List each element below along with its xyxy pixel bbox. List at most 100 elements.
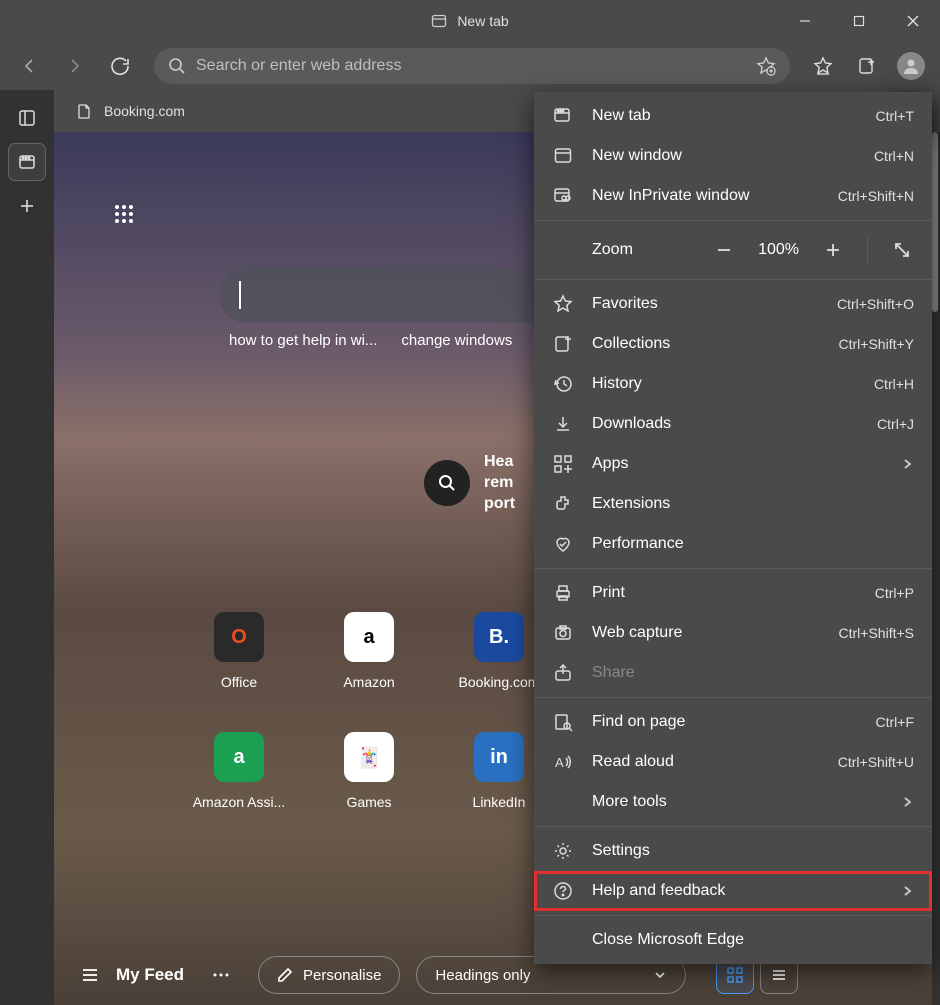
hamburger-icon[interactable] — [80, 965, 100, 985]
menu-separator — [534, 279, 932, 280]
shortcut-label: Ctrl+F — [876, 714, 915, 730]
svg-text:A: A — [555, 755, 564, 770]
download-icon — [552, 414, 574, 434]
tile-icon: a — [344, 612, 394, 662]
news-headline[interactable]: Hea rem port — [424, 452, 515, 514]
suggestion-item[interactable]: how to get help in wi... — [229, 332, 377, 349]
apps-icon — [552, 454, 574, 474]
find-icon — [552, 712, 574, 732]
tile-label: Amazon Assi... — [193, 794, 286, 810]
tab-actions-button[interactable] — [9, 144, 45, 180]
tab-label[interactable]: Booking.com — [104, 103, 185, 119]
quick-link-tile[interactable]: aAmazon — [304, 612, 434, 732]
menu-separator — [534, 220, 932, 221]
quick-link-tile[interactable]: a Amazon Assi... — [174, 732, 304, 852]
news-line: Hea — [484, 452, 515, 473]
capture-icon — [552, 623, 574, 643]
tile-label: Games — [346, 794, 391, 810]
app-launcher-button[interactable] — [102, 192, 146, 236]
feed-label[interactable]: My Feed — [116, 965, 184, 985]
zoom-in-button[interactable] — [821, 241, 845, 259]
refresh-button[interactable] — [100, 45, 142, 87]
feed-more-icon[interactable] — [212, 966, 230, 984]
menu-item-print[interactable]: Print Ctrl+P — [534, 573, 932, 613]
tile-icon: in — [474, 732, 524, 782]
shortcut-label: Ctrl+Shift+U — [838, 754, 914, 770]
star-icon — [552, 294, 574, 314]
shortcut-label: Ctrl+Shift+S — [839, 625, 914, 641]
menu-separator — [534, 826, 932, 827]
news-search-icon[interactable] — [424, 460, 470, 506]
menu-item-more-tools[interactable]: More tools — [534, 782, 932, 822]
search-icon — [168, 57, 186, 75]
tile-icon: a — [214, 732, 264, 782]
shortcut-label: Ctrl+N — [874, 148, 914, 164]
menu-item-share: Share — [534, 653, 932, 693]
shortcut-label: Ctrl+H — [874, 376, 914, 392]
menu-item-extensions[interactable]: Extensions — [534, 484, 932, 524]
window-title: New tab — [457, 13, 508, 29]
menu-item-new-tab[interactable]: New tab Ctrl+T — [534, 96, 932, 136]
menu-item-downloads[interactable]: Downloads Ctrl+J — [534, 404, 932, 444]
news-line: port — [484, 494, 515, 515]
zoom-out-button[interactable] — [712, 241, 736, 259]
menu-item-help-and-feedback[interactable]: Help and feedback — [534, 871, 932, 911]
zoom-value: 100% — [758, 241, 799, 259]
toolbar — [0, 42, 940, 90]
app-menu: New tab Ctrl+T New window Ctrl+N New InP… — [534, 92, 932, 964]
tile-icon: 🃏 — [344, 732, 394, 782]
vertical-tabs-button[interactable] — [9, 100, 45, 136]
avatar-icon — [897, 52, 925, 80]
performance-icon — [552, 534, 574, 554]
menu-item-web-capture[interactable]: Web capture Ctrl+Shift+S — [534, 613, 932, 653]
menu-item-favorites[interactable]: Favorites Ctrl+Shift+O — [534, 284, 932, 324]
profile-button[interactable] — [890, 45, 932, 87]
read-aloud-icon: A — [552, 752, 574, 772]
new-tab-button[interactable] — [9, 188, 45, 224]
menu-item-collections[interactable]: Collections Ctrl+Shift+Y — [534, 324, 932, 364]
menu-item-settings[interactable]: Settings — [534, 831, 932, 871]
news-line: rem — [484, 473, 515, 494]
history-icon — [552, 374, 574, 394]
suggestion-item[interactable]: change windows — [401, 332, 512, 349]
menu-item-new-inprivate-window[interactable]: New InPrivate window Ctrl+Shift+N — [534, 176, 932, 216]
shortcut-label: Ctrl+T — [876, 108, 915, 124]
menu-item-new-window[interactable]: New window Ctrl+N — [534, 136, 932, 176]
fullscreen-button[interactable] — [890, 241, 914, 259]
maximize-button[interactable] — [832, 0, 886, 42]
tile-label: Office — [221, 674, 257, 690]
share-icon — [552, 663, 574, 683]
close-button[interactable] — [886, 0, 940, 42]
back-button[interactable] — [8, 45, 50, 87]
collections-button[interactable] — [846, 45, 888, 87]
address-bar[interactable] — [154, 48, 790, 84]
menu-item-close-microsoft-edge[interactable]: Close Microsoft Edge — [534, 920, 932, 960]
quick-link-tile[interactable]: 🃏 Games — [304, 732, 434, 852]
menu-item-read-aloud[interactable]: A Read aloud Ctrl+Shift+U — [534, 742, 932, 782]
scrollbar-thumb[interactable] — [932, 132, 938, 312]
new-tab-icon — [552, 106, 574, 126]
shortcut-label: Ctrl+Shift+N — [838, 188, 914, 204]
menu-item-apps[interactable]: Apps — [534, 444, 932, 484]
personalise-button[interactable]: Personalise — [258, 956, 400, 994]
minimize-button[interactable] — [778, 0, 832, 42]
settings-icon — [552, 841, 574, 861]
quick-link-tile[interactable]: O Office — [174, 612, 304, 732]
shortcut-label: Ctrl+Shift+Y — [839, 336, 914, 352]
tile-icon: O — [214, 612, 264, 662]
menu-item-performance[interactable]: Performance — [534, 524, 932, 564]
titlebar: New tab — [0, 0, 940, 42]
add-favorite-icon[interactable] — [756, 56, 776, 76]
address-input[interactable] — [196, 57, 756, 75]
collections-icon — [552, 334, 574, 354]
menu-separator — [534, 697, 932, 698]
print-icon — [552, 583, 574, 603]
shortcut-label: Ctrl+J — [877, 416, 914, 432]
menu-item-history[interactable]: History Ctrl+H — [534, 364, 932, 404]
favorites-button[interactable] — [802, 45, 844, 87]
help-icon — [552, 881, 574, 901]
new-window-icon — [552, 146, 574, 166]
extensions-icon — [552, 494, 574, 514]
forward-button[interactable] — [54, 45, 96, 87]
menu-item-find-on-page[interactable]: Find on page Ctrl+F — [534, 702, 932, 742]
